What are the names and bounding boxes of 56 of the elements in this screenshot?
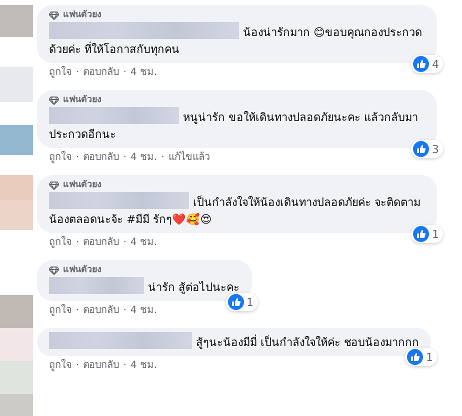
reaction-count[interactable]: 4 [411, 55, 443, 73]
blurred-avatar [0, 125, 33, 155]
separator-dot: · [123, 236, 126, 250]
reply-link[interactable]: ตอบกลับ [83, 304, 120, 318]
thumbs-up-icon [228, 294, 244, 310]
like-link[interactable]: ถูกใจ [49, 304, 72, 318]
edited-label[interactable]: แก้ไขแล้ว [168, 151, 210, 165]
reaction-count[interactable]: 1 [411, 225, 443, 243]
comment-text: น่ารัก สู้ต่อไปนะคะ [49, 277, 240, 296]
separator-dot: · [76, 151, 80, 165]
separator-dot: · [123, 304, 126, 318]
separator-dot: · [161, 151, 164, 165]
blurred-avatar [0, 5, 33, 37]
reaction-count[interactable]: 1 [405, 348, 437, 366]
like-link[interactable]: ถูกใจ [49, 236, 72, 250]
separator-dot: · [123, 151, 126, 165]
separator-dot: · [76, 66, 80, 80]
comment-text: น้องน่ารักมาก 😊ขอบคุณกองประกวดด้วยค่ะ ที่ให้โอกาสกับทุกคน [49, 22, 425, 58]
reply-link[interactable]: ตอบกลับ [83, 236, 120, 250]
diamond-icon [49, 96, 59, 105]
fan-badge-label: แฟนตัวยง [63, 94, 101, 107]
thumbs-up-icon [407, 349, 423, 365]
reply-link[interactable]: ตอบกลับ [83, 66, 120, 80]
like-link[interactable]: ถูกใจ [49, 66, 72, 80]
reaction-count[interactable]: 1 [226, 293, 258, 311]
fan-badge-label: แฟนตัวยง [63, 9, 101, 22]
timestamp[interactable]: 4 ชม. [130, 359, 158, 373]
blurred-avatar [0, 175, 33, 200]
thumbs-up-icon [413, 226, 429, 242]
fan-badge-label: แฟนตัวยง [63, 179, 101, 192]
timestamp[interactable]: 4 ชม. [130, 236, 158, 250]
thumbs-up-icon [413, 56, 429, 72]
diamond-icon [49, 181, 59, 190]
like-link[interactable]: ถูกใจ [49, 151, 72, 165]
comment-text: เป็นกำลังใจให้น้องเดินทางปลอดภัยค่ะ จะติดตามน้องตลอดนะจ้ะ #มีมี รักๆ❤🥰😍 [49, 192, 425, 228]
like-link[interactable]: ถูกใจ [49, 359, 72, 373]
diamond-icon [49, 11, 59, 20]
separator-dot: · [76, 304, 80, 318]
blurred-avatar [0, 295, 33, 328]
comment-text: หนูน่ารัก ขอให้เดินทางปลอดภัยนะคะ แล้วกลับมาประกวดอีกนะ [49, 107, 425, 143]
separator-dot: · [76, 236, 80, 250]
timestamp[interactable]: 4 ชม. [130, 304, 158, 318]
separator-dot: · [76, 359, 80, 373]
timestamp[interactable]: 4 ชม. [130, 151, 158, 165]
separator-dot: · [123, 66, 126, 80]
timestamp[interactable]: 4 ชม. [130, 66, 158, 80]
reaction-count[interactable]: 3 [411, 140, 443, 158]
blurred-avatar [0, 328, 33, 361]
thumbs-up-icon [413, 141, 429, 157]
reply-link[interactable]: ตอบกลับ [83, 151, 120, 165]
separator-dot: · [123, 359, 126, 373]
fan-badge-label: แฟนตัวยง [63, 264, 101, 277]
comment-text: สู้ๆนะน้องมีมี่ เป็นกำลังใจให้ค่ะ ชอบน้องมากกก [49, 332, 419, 351]
diamond-icon [49, 266, 59, 275]
blurred-avatar [0, 200, 33, 230]
reply-link[interactable]: ตอบกลับ [83, 359, 120, 373]
